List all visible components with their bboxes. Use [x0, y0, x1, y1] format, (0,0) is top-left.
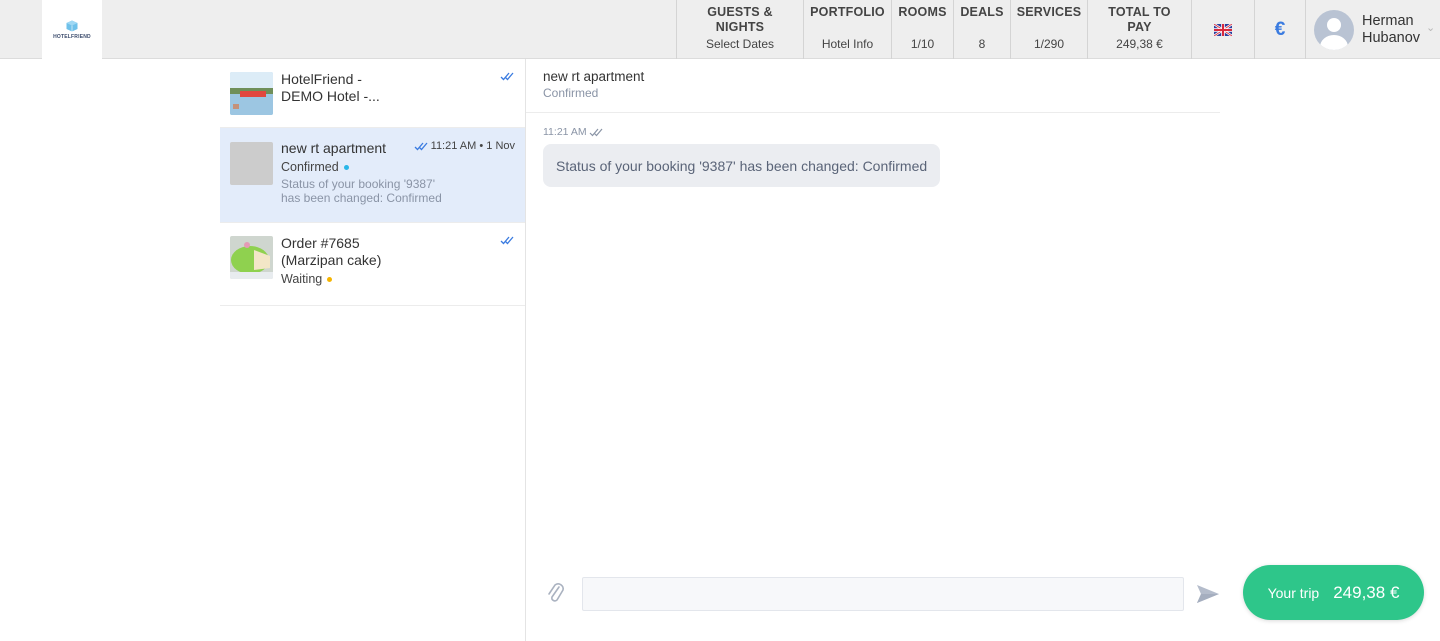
nav-rooms[interactable]: ROOMS 1/10	[891, 0, 953, 59]
nav-value: 8	[978, 37, 986, 51]
status-text: Confirmed	[281, 160, 339, 174]
conversation-status: Confirmed	[281, 160, 515, 174]
logo-text: HOTELFRIEND	[53, 33, 91, 40]
euro-icon: €	[1274, 18, 1286, 40]
message-bubble: Status of your booking '9387' has been c…	[543, 144, 941, 187]
nav-title: ROOMS	[898, 5, 947, 19]
nav-title: PORTFOLIO	[810, 5, 885, 19]
title-line: HotelFriend -	[281, 71, 362, 87]
nav-title: GUESTS & NIGHTS	[707, 5, 773, 34]
message-input[interactable]	[582, 577, 1184, 611]
double-check-icon	[500, 236, 514, 245]
conversation-item[interactable]: Order #7685 (Marzipan cake) Waiting	[220, 223, 525, 306]
placeholder-thumbnail	[230, 142, 273, 185]
status-dot-icon	[327, 276, 333, 282]
cube-logo-icon	[66, 20, 78, 31]
nav-total-to-pay[interactable]: TOTAL TO PAY 249,38 €	[1087, 0, 1191, 59]
nav-title: DEALS	[960, 5, 1004, 19]
nav-value: 1/10	[910, 37, 935, 51]
conversation-preview: Status of your booking '9387' has been c…	[281, 177, 515, 205]
nav-title: TOTAL TO PAY	[1108, 5, 1171, 34]
conversation-meta: 11:21 AM • 1 Nov	[414, 140, 515, 152]
language-selector[interactable]	[1191, 0, 1254, 59]
nav-portfolio[interactable]: PORTFOLIO Hotel Info	[803, 0, 891, 59]
top-header: HOTELFRIEND GUESTS & NIGHTS Select Dates…	[0, 0, 1440, 59]
conversation-title: Order #7685 (Marzipan cake)	[281, 235, 515, 269]
uk-flag-icon	[1214, 23, 1232, 36]
divider	[526, 112, 1220, 113]
status-text: Waiting	[281, 272, 323, 286]
conversation-meta	[500, 235, 515, 245]
user-name: Herman Hubanov	[1362, 13, 1420, 47]
user-first-name: Herman	[1362, 12, 1414, 29]
nav-services[interactable]: SERVICES 1/290	[1010, 0, 1087, 59]
double-check-icon	[414, 142, 428, 151]
chat-subtitle: Confirmed	[543, 86, 599, 100]
message-time: 11:21 AM	[543, 126, 604, 138]
conversation-time: 11:21 AM • 1 Nov	[430, 140, 515, 152]
conversation-item-selected[interactable]: new rt apartment Confirmed Status of you…	[220, 128, 525, 223]
nav-value: 1/290	[1033, 37, 1065, 51]
double-check-icon	[589, 128, 603, 137]
your-trip-button[interactable]: Your trip 249,38 €	[1243, 565, 1424, 620]
nav-deals[interactable]: DEALS 8	[953, 0, 1010, 59]
chat-header: new rt apartment Confirmed	[543, 69, 644, 100]
chat-panel: new rt apartment Confirmed 11:21 AM Stat…	[526, 59, 1220, 641]
title-line: (Marzipan cake)	[281, 252, 382, 268]
currency-selector[interactable]: €	[1254, 0, 1305, 59]
hotel-thumbnail	[230, 72, 273, 115]
conversation-item[interactable]: HotelFriend - DEMO Hotel -...	[220, 59, 525, 128]
title-line: Order #7685	[281, 235, 360, 251]
hotelfriend-logo[interactable]: HOTELFRIEND	[42, 0, 102, 59]
conversation-meta	[500, 71, 515, 81]
nav-guests-nights[interactable]: GUESTS & NIGHTS Select Dates	[676, 0, 803, 59]
trip-amount: 249,38 €	[1333, 582, 1400, 602]
send-icon[interactable]	[1196, 584, 1220, 604]
conversation-status: Waiting	[281, 272, 515, 286]
trip-label: Your trip	[1267, 584, 1320, 601]
conversation-list: HotelFriend - DEMO Hotel -... new rt apa…	[220, 59, 526, 641]
nav-value: Select Dates	[705, 37, 775, 51]
nav-value: Hotel Info	[821, 37, 874, 51]
title-line: DEMO Hotel -...	[281, 88, 380, 104]
status-dot-icon	[343, 164, 349, 170]
preview-line: has been changed: Confirmed	[281, 191, 442, 205]
chevron-down-icon: ⌄	[1426, 22, 1436, 34]
user-menu[interactable]: Herman Hubanov ⌄	[1305, 0, 1440, 59]
top-nav: GUESTS & NIGHTS Select Dates PORTFOLIO H…	[676, 0, 1440, 59]
chat-title: new rt apartment	[543, 69, 645, 84]
nav-title: SERVICES	[1016, 5, 1082, 19]
user-last-name: Hubanov	[1362, 29, 1421, 46]
avatar	[1314, 9, 1354, 50]
preview-line: Status of your booking '9387'	[281, 177, 436, 191]
cake-thumbnail	[230, 236, 273, 279]
paperclip-icon[interactable]	[546, 581, 566, 605]
double-check-icon	[500, 72, 514, 81]
message-time-text: 11:21 AM	[543, 126, 587, 138]
conversation-title: HotelFriend - DEMO Hotel -...	[281, 71, 391, 105]
nav-value: 249,38 €	[1116, 37, 1163, 51]
